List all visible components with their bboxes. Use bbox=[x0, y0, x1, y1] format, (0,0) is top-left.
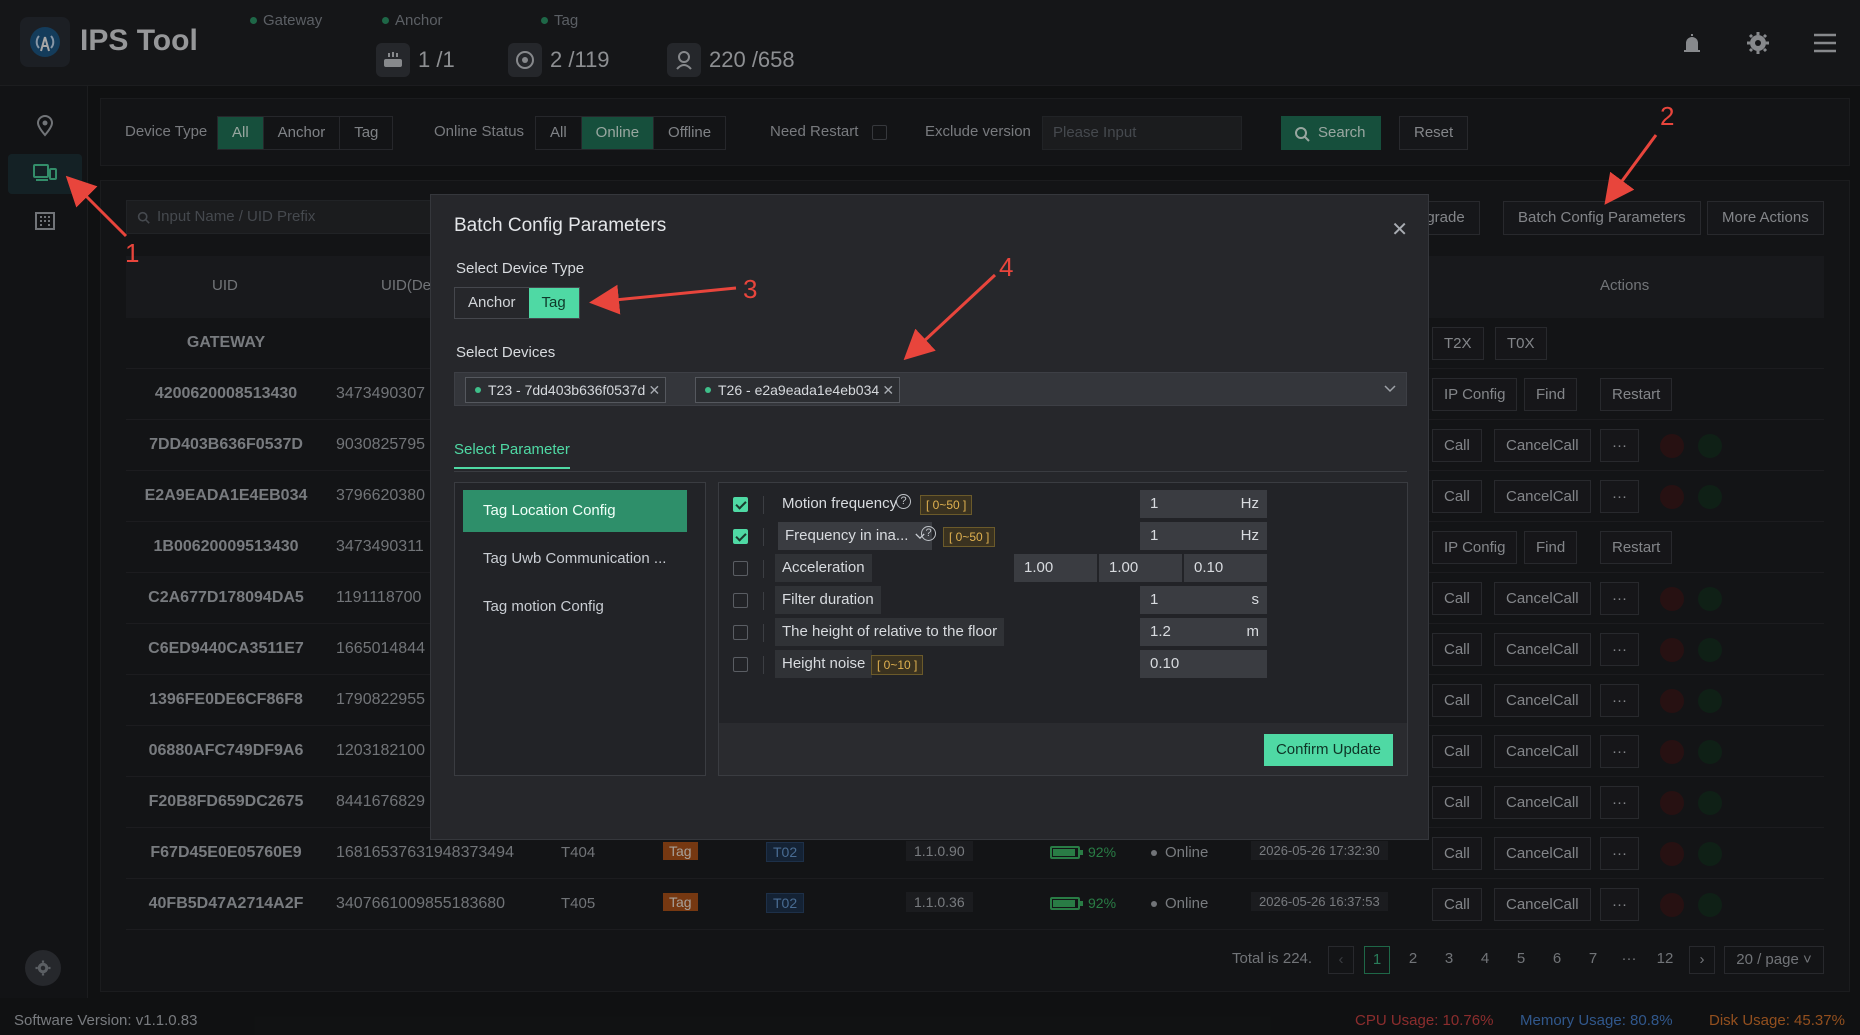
annotation-1: 1 bbox=[125, 238, 140, 268]
arrow-3 bbox=[589, 284, 737, 315]
arrow-1 bbox=[65, 175, 128, 238]
annotation-3: 3 bbox=[743, 274, 758, 304]
annotation-4: 4 bbox=[999, 252, 1014, 282]
arrow-2 bbox=[1604, 134, 1658, 205]
annotation-arrows bbox=[65, 134, 1658, 361]
arrow-4 bbox=[903, 273, 997, 361]
annotation-2: 2 bbox=[1660, 101, 1675, 131]
